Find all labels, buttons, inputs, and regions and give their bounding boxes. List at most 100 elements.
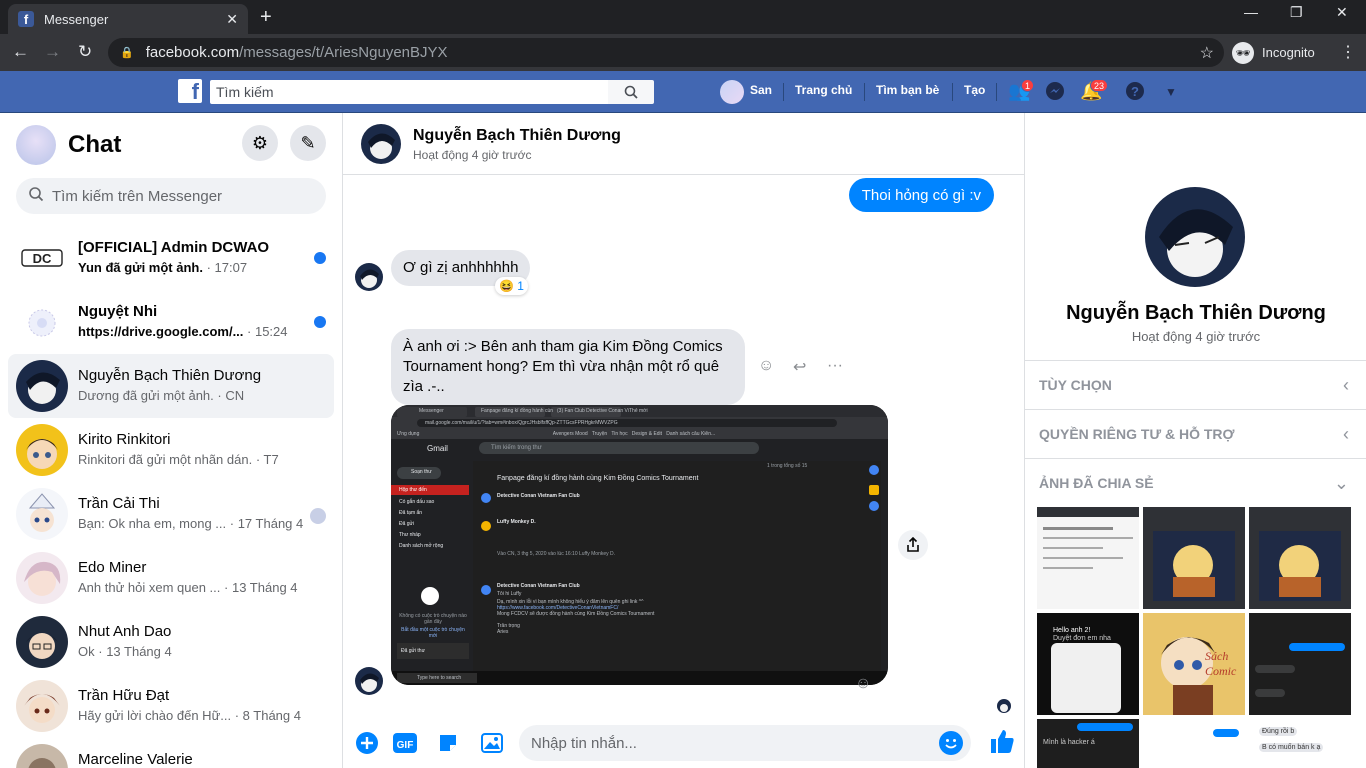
outgoing-message[interactable]: Thoi hỏng có gì :v [848, 178, 994, 212]
message-input-placeholder: Nhập tin nhắn... [531, 734, 637, 752]
react-emoji-icon[interactable]: ☺ [758, 357, 774, 375]
conversation-name: Trần Cải Thi [78, 495, 160, 512]
conversation-item[interactable]: Nguyệt Nhi https://drive.google.com/... … [8, 290, 334, 354]
section-privacy[interactable]: QUYỀN RIÊNG TƯ & HỖ TRỢ ‹ [1025, 409, 1366, 458]
minimize-icon[interactable]: — [1244, 4, 1258, 20]
my-avatar[interactable] [16, 125, 56, 165]
shot-folder: Đã gửi [399, 521, 415, 527]
browser-menu-icon[interactable]: ⋮ [1340, 42, 1356, 62]
forward-icon[interactable]: → [44, 42, 61, 62]
thumb-text: B có muốn bán k ạ [1259, 743, 1324, 752]
shot-hangouts-link: Bắt đầu một cuộc trò chuyện mới [401, 627, 465, 639]
conversation-preview: Anh thử hỏi xem quen ... · 13 Tháng 4 [78, 580, 298, 595]
bookmark-star-icon[interactable]: ☆ [1200, 43, 1214, 63]
svg-text:GIF: GIF [397, 740, 414, 751]
account-menu-chevron-icon[interactable]: ▼ [1160, 85, 1182, 107]
share-icon[interactable] [898, 530, 928, 560]
thread-name[interactable]: Nguyễn Bạch Thiên Dương [413, 127, 621, 145]
help-icon[interactable]: ? [1124, 81, 1146, 103]
conversation-item[interactable]: Trần Cải Thi Bạn: Ok nha em, mong ... · … [8, 482, 334, 546]
shot-body: Tôi hi Luffy [497, 591, 522, 597]
settings-gear-icon[interactable]: ⚙ [242, 125, 278, 161]
close-tab-icon[interactable]: ✕ [226, 11, 238, 28]
shared-photo-thumbnail[interactable]: Sách Comic [1143, 613, 1245, 715]
close-window-icon[interactable]: ✕ [1336, 4, 1348, 21]
conversation-info-panel: Nguyễn Bạch Thiên Dương Hoạt động 4 giờ … [1024, 113, 1366, 768]
shot-bookmarks: Ứng dụng Avengers Mood Truyện Tin học De… [397, 431, 716, 437]
shared-screenshot-image[interactable]: Messenger Fanpage đăng kí đồng hành cùn … [391, 405, 888, 685]
profile-avatar[interactable] [720, 80, 744, 104]
facebook-search-input[interactable]: Tìm kiếm [210, 80, 608, 104]
shared-photo-thumbnail[interactable]: Hello anh 2! Duyệt đơn em nha [1037, 613, 1139, 715]
message-reaction[interactable]: 😆 1 [495, 277, 528, 295]
messenger-search-input[interactable]: Tìm kiếm trên Messenger [16, 178, 326, 214]
react-emoji-icon[interactable]: ☺ [855, 675, 871, 693]
section-options[interactable]: TÙY CHỌN ‹ [1025, 360, 1366, 409]
thread-avatar[interactable] [361, 124, 401, 164]
shared-photo-thumbnail[interactable] [1249, 507, 1351, 609]
chat-list-panel: Chat ⚙ ✎ Tìm kiếm trên Messenger DC [OFF… [0, 113, 343, 768]
shot-tab-3: (3) Fan Club Detective Conan Vi [557, 408, 629, 414]
reload-icon[interactable]: ↻ [78, 42, 92, 62]
read-receipt-avatar [997, 699, 1011, 713]
nav-divider [783, 83, 784, 101]
lock-icon: 🔒 [120, 47, 134, 59]
profile-avatar-large[interactable] [1145, 187, 1245, 287]
conversation-item[interactable]: Edo Miner Anh thử hỏi xem quen ... · 13 … [8, 546, 334, 610]
shared-photo-thumbnail[interactable] [1143, 719, 1245, 768]
shared-photo-thumbnail[interactable] [1249, 613, 1351, 715]
shot-sender: Luffy Monkey D. [497, 519, 536, 525]
conversation-item[interactable]: Kirito Rinkitori Rinkitori đã gửi một nh… [8, 418, 334, 482]
conversation-item[interactable]: DC [OFFICIAL] Admin DCWAO Yun đã gửi một… [8, 226, 334, 290]
browser-tab[interactable]: f Messenger ✕ [8, 4, 248, 34]
url-host: facebook.com [145, 44, 240, 61]
conversation-avatar [16, 296, 68, 348]
thumb-text: Duyệt đơn em nha [1053, 635, 1111, 642]
emoji-picker-icon[interactable] [939, 731, 963, 755]
svg-text:?: ? [1131, 84, 1139, 99]
incoming-message[interactable]: À anh ơi :> Bên anh tham gia Kim Đồng Co… [391, 329, 745, 405]
sticker-icon[interactable] [435, 730, 461, 756]
facebook-logo-icon[interactable]: f [178, 79, 202, 103]
reply-icon[interactable]: ↩ [793, 357, 806, 377]
conversation-avatar [16, 552, 68, 604]
shared-photo-thumbnail[interactable]: Đúng rồi b B có muốn bán k ạ [1249, 719, 1351, 768]
more-options-icon[interactable]: ··· [827, 357, 843, 375]
nav-find-friends-link[interactable]: Tìm bạn bè [876, 83, 939, 97]
shared-photo-thumbnail[interactable] [1037, 507, 1139, 609]
shot-hangouts-text: Không có cuộc trò chuyện nào gần đây [399, 613, 467, 625]
nav-home-link[interactable]: Trang chủ [795, 83, 852, 97]
conversation-item[interactable]: Nhut Anh Dao Ok · 13 Tháng 4 [8, 610, 334, 674]
conversation-item[interactable]: Trần Hữu Đạt Hãy gửi lời chào đến Hữ... … [8, 674, 334, 738]
more-actions-plus-icon[interactable] [354, 730, 380, 756]
conversation-avatar: DC [16, 232, 68, 284]
address-bar[interactable]: 🔒 facebook.com /messages/t/AriesNguyenBJ… [108, 38, 1224, 67]
conversation-preview: Yun đã gửi một ảnh. · 17:07 [78, 260, 248, 275]
restore-icon[interactable]: ❐ [1290, 4, 1303, 21]
profile-name-link[interactable]: San [750, 83, 772, 97]
shared-photo-thumbnail[interactable]: Mình là hacker á [1037, 719, 1139, 768]
messenger-icon[interactable] [1044, 81, 1066, 103]
incognito-indicator[interactable]: 🕶 Incognito [1232, 40, 1315, 65]
gif-icon[interactable]: GIF [392, 730, 418, 756]
new-message-icon[interactable]: ✎ [290, 125, 326, 161]
photo-icon[interactable] [479, 730, 505, 756]
shared-photo-thumbnail[interactable] [1143, 507, 1245, 609]
new-tab-icon[interactable]: + [260, 6, 272, 29]
shot-subject: Fanpage đăng kí đồng hành cùng Kim Đồng … [497, 475, 699, 482]
message-input[interactable]: Nhập tin nhắn... [519, 725, 971, 761]
nav-divider [952, 83, 953, 101]
conversation-preview: Hãy gửi lời chào đến Hữ... · 8 Tháng 4 [78, 708, 301, 723]
conversation-item[interactable]: Marceline Valerie [8, 738, 334, 768]
like-thumb-icon[interactable] [987, 726, 1017, 756]
section-shared-photos[interactable]: ẢNH ĐÃ CHIA SẺ ⌄ [1025, 458, 1366, 507]
conversation-item-active[interactable]: Nguyễn Bạch Thiên Dương Dương đã gửi một… [8, 354, 334, 418]
conversation-name: Nguyễn Bạch Thiên Dương [78, 367, 262, 384]
search-icon[interactable] [608, 80, 654, 104]
chat-title: Chat [68, 131, 122, 158]
unread-dot [314, 316, 326, 328]
nav-create-link[interactable]: Tạo [964, 83, 985, 97]
thread-status: Hoạt động 4 giờ trước [413, 148, 532, 162]
shot-tab-4: Thẻ mới [629, 408, 648, 414]
back-icon[interactable]: ← [12, 42, 29, 62]
